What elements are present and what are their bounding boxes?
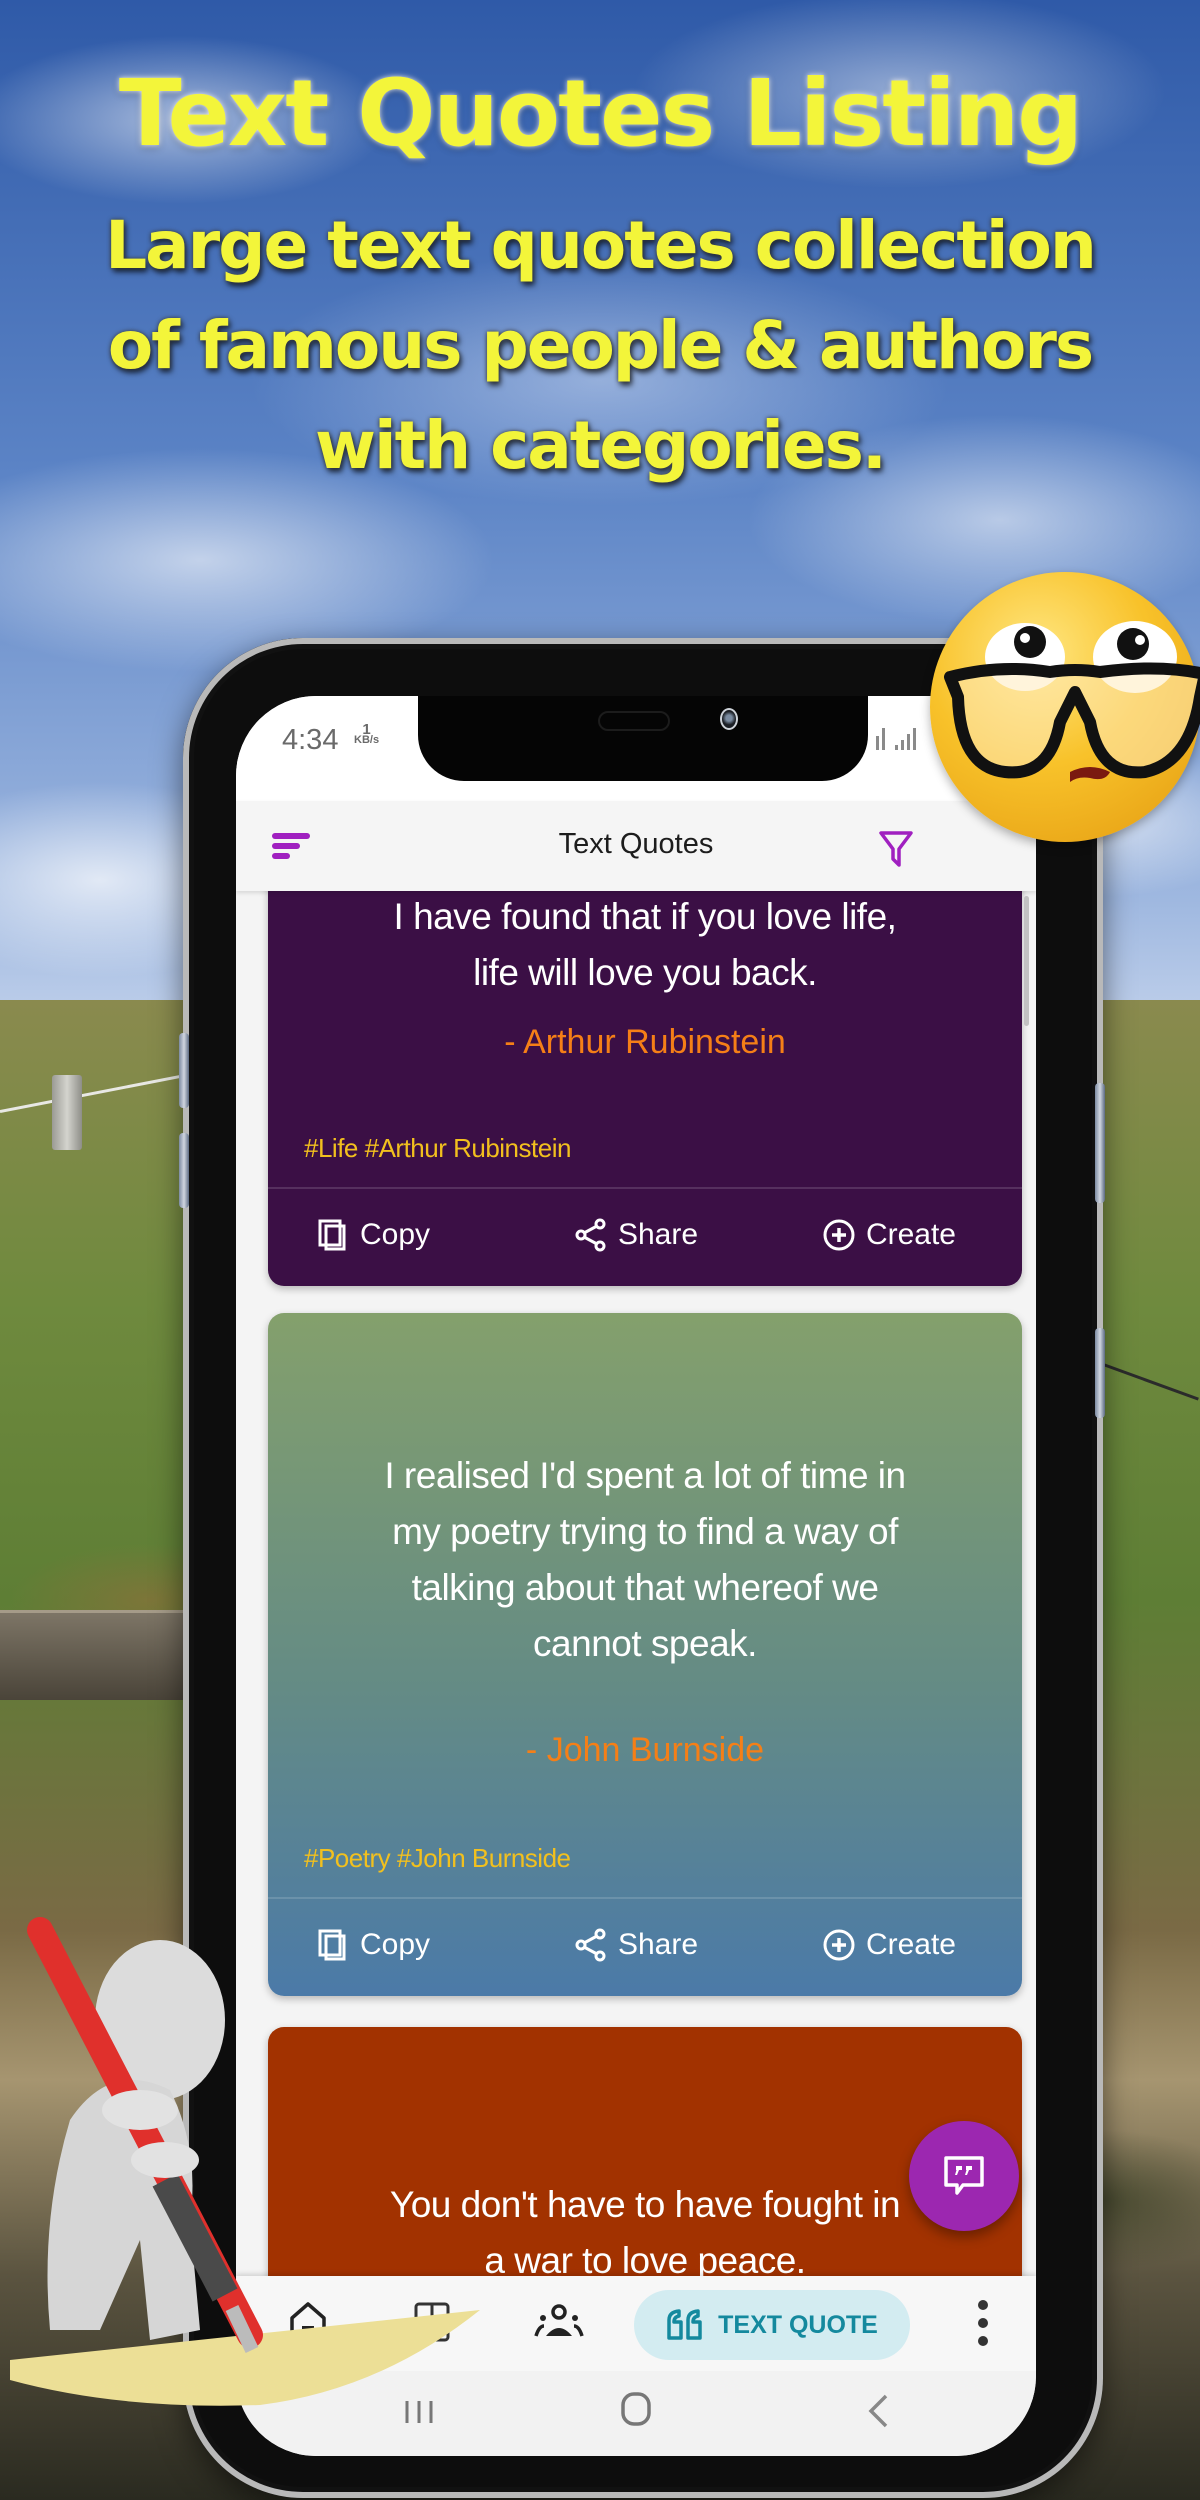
card-actions: Copy Share Create <box>268 1195 1022 1275</box>
nerd-emoji-sticker <box>930 572 1200 842</box>
filter-icon[interactable] <box>878 829 914 869</box>
share-icon <box>575 1218 606 1252</box>
front-camera <box>720 708 738 730</box>
figure-hand <box>102 2090 178 2130</box>
add-quote-fab[interactable] <box>909 2121 1019 2231</box>
status-bar: 4:34 1 KB/s <box>236 696 1036 801</box>
volume-button <box>179 1133 189 1208</box>
home-button[interactable] <box>620 2391 652 2431</box>
quote-tags[interactable]: #Poetry #John Burnside <box>304 1843 571 1874</box>
fence-post <box>52 1075 82 1150</box>
signal-icon <box>876 728 916 750</box>
earpiece-speaker <box>598 711 670 731</box>
promo-subtitle-line: with categories. <box>315 407 887 484</box>
scrollbar[interactable] <box>1024 896 1029 1026</box>
quote-bubble-icon <box>944 2156 984 2195</box>
app-bar: Text Quotes <box>236 801 1036 891</box>
people-icon <box>534 2304 584 2337</box>
promo-subtitle: Large text quotes collection of famous p… <box>0 196 1200 496</box>
promo-subtitle-line: Large text quotes collection <box>105 207 1097 284</box>
promo-subtitle-line: of famous people & authors <box>107 307 1094 384</box>
nav-more[interactable] <box>976 2298 990 2352</box>
back-button[interactable] <box>866 2393 890 2433</box>
more-vertical-icon <box>978 2300 988 2346</box>
add-circle-icon <box>823 1219 855 1251</box>
share-icon <box>575 1928 606 1962</box>
copy-button[interactable]: Copy <box>268 1195 529 1275</box>
nav-text-quote[interactable]: TEXT QUOTE <box>634 2290 910 2360</box>
page-title: Text Quotes <box>558 828 714 860</box>
figure-hand <box>131 2142 199 2178</box>
power-button <box>1095 1083 1105 1203</box>
camera-notch <box>418 696 868 781</box>
quote-text: I realised I'd spent a lot of time in my… <box>384 1455 906 1664</box>
quote-tags[interactable]: #Life #Arthur Rubinstein <box>304 1133 571 1164</box>
nav-authors[interactable] <box>534 2302 584 2346</box>
share-button[interactable]: Share <box>529 1195 742 1275</box>
quote-author: - Arthur Rubinstein <box>504 1023 786 1061</box>
create-button[interactable]: Create <box>743 1195 1022 1275</box>
card-divider <box>268 1187 1022 1189</box>
quote-card: I have found that if you love life, life… <box>268 861 1022 1286</box>
status-time: 4:34 <box>282 724 339 756</box>
create-button[interactable]: Create <box>743 1905 1022 1985</box>
quote-text: I have found that if you love life, life… <box>393 896 897 993</box>
network-speed: 1 KB/s <box>354 721 380 746</box>
quote-author: - John Burnside <box>525 1731 765 1769</box>
share-button[interactable]: Share <box>529 1905 742 1985</box>
writer-figure-illustration <box>10 1917 480 2406</box>
back-icon <box>868 2394 888 2428</box>
stone-steps <box>0 1610 200 1700</box>
home-circle-icon <box>621 2392 651 2426</box>
add-circle-icon <box>823 1929 855 1961</box>
volume-button <box>179 1033 189 1108</box>
emoji-face-icon <box>944 621 1200 782</box>
side-button <box>1095 1328 1105 1418</box>
promo-title: Text Quotes Listing <box>118 60 1083 167</box>
quote-icon <box>667 2309 702 2340</box>
promo-headline: Text Quotes Listing Large text quotes co… <box>0 68 1200 496</box>
copy-icon <box>318 1219 346 1251</box>
